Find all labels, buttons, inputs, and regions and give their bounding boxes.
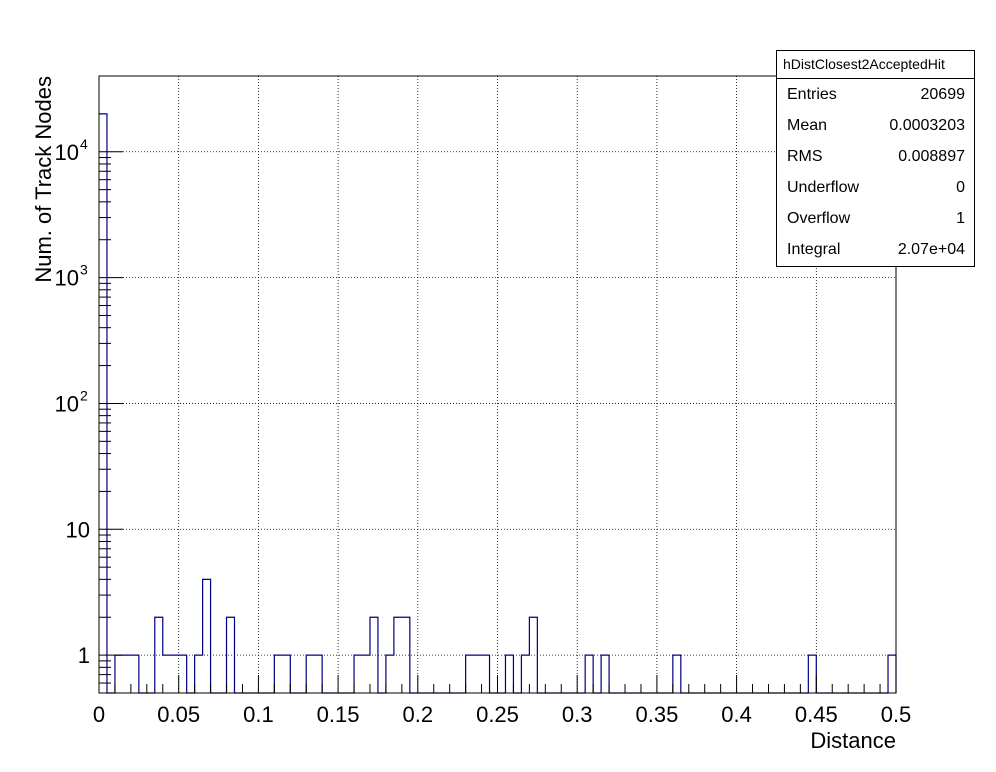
x-tick-label: 0.15 bbox=[317, 702, 360, 727]
stats-label: Overflow bbox=[787, 210, 851, 227]
x-tick-label: 0.25 bbox=[476, 702, 519, 727]
x-tick-label: 0.5 bbox=[881, 702, 912, 727]
y-tick-labels: 11010 210 310 4 bbox=[55, 136, 90, 668]
x-tick-label: 0.35 bbox=[635, 702, 678, 727]
y-tick-label: 1 bbox=[78, 643, 90, 668]
stats-label: RMS bbox=[787, 148, 823, 165]
stats-row: Integral 2.07e+04 bbox=[777, 234, 974, 265]
y-tick-label: 10 bbox=[55, 391, 79, 416]
stats-row: RMS 0.008897 bbox=[777, 141, 974, 172]
y-tick-exponent: 3 bbox=[80, 262, 88, 278]
stats-value: 1 bbox=[956, 210, 965, 227]
stats-value: 20699 bbox=[920, 86, 966, 103]
x-tick-label: 0.3 bbox=[562, 702, 593, 727]
stats-row: Underflow 0 bbox=[777, 172, 974, 203]
stats-row: Entries 20699 bbox=[777, 79, 974, 110]
stats-row: Overflow 1 bbox=[777, 203, 974, 234]
stats-value: 0.0003203 bbox=[889, 117, 965, 134]
x-tick-label: 0.4 bbox=[721, 702, 752, 727]
y-tick-label: 10 bbox=[66, 517, 90, 542]
stats-title: hDistClosest2AcceptedHit bbox=[777, 51, 974, 79]
stats-value: 2.07e+04 bbox=[897, 241, 965, 258]
stats-rows: Entries 20699 Mean 0.0003203 RMS 0.008897 Unde… bbox=[777, 79, 974, 265]
stats-label: Entries bbox=[787, 86, 837, 103]
stats-label: Mean bbox=[787, 117, 828, 134]
y-tick-exponent: 2 bbox=[80, 387, 88, 403]
x-axis-title: Distance bbox=[810, 728, 896, 753]
x-tick-label: 0.1 bbox=[243, 702, 274, 727]
y-tick-exponent: 4 bbox=[80, 136, 88, 152]
x-tick-label: 0.2 bbox=[403, 702, 434, 727]
x-tick-label: 0.45 bbox=[795, 702, 838, 727]
stats-value: 0.008897 bbox=[898, 148, 965, 165]
stats-box: hDistClosest2AcceptedHit Entries 20699 Mea… bbox=[776, 50, 975, 267]
x-tick-label: 0.05 bbox=[157, 702, 200, 727]
x-tick-labels: 0 0.05 0.1 0.15 0.2 0.25 0.3 0.35 0.4 0.45 0.5 bbox=[93, 702, 911, 727]
y-axis-title: Num. of Track Nodes bbox=[31, 76, 56, 283]
stats-row: Mean 0.0003203 bbox=[777, 110, 974, 141]
x-tick-label: 0 bbox=[93, 702, 105, 727]
y-tick-label: 10 bbox=[55, 266, 79, 291]
stats-value: 0 bbox=[956, 179, 965, 196]
stats-label: Integral bbox=[787, 241, 841, 258]
stats-label: Underflow bbox=[787, 179, 860, 196]
y-tick-label: 10 bbox=[55, 140, 79, 165]
